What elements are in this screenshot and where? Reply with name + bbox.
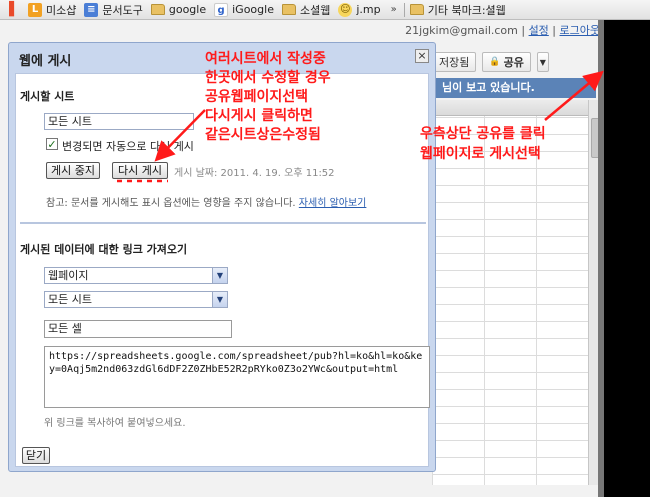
saved-status: 저장됨 — [432, 52, 477, 72]
shop-icon: L — [28, 2, 42, 17]
bookmark-label: iGoogle — [232, 3, 274, 16]
folder-icon — [281, 4, 296, 15]
bookmarks-divider — [403, 2, 405, 17]
format-select[interactable]: 웹페이지 ▼ — [44, 267, 228, 284]
face-icon: ☺ — [338, 2, 353, 17]
bookmark-label: 미소샵 — [46, 3, 77, 17]
bookmark-label-tail: :셜웹 — [481, 3, 506, 17]
bookmark-google-folder[interactable]: google — [149, 0, 212, 19]
annotation-line: 다시게시 클릭하면 — [205, 108, 313, 124]
bookmark-misoshop[interactable]: L 미소샵 — [26, 0, 82, 19]
link-sheet-select[interactable]: 모든 시트 ▼ — [44, 291, 228, 308]
close-icon[interactable]: × — [415, 49, 429, 63]
bookmarks-overflow-chevron[interactable]: » — [387, 4, 401, 15]
close-button[interactable]: 닫기 — [22, 447, 50, 464]
viewers-banner: 님이 보고 있습니다. — [432, 78, 596, 98]
bookmarks-bar: ▐ L 미소샵 ≡ 문서도구 google g iGoogle 소셜웹 ☺ j.mp »… — [0, 0, 650, 20]
user-bar: 21jgkim@gmail.com | 설정 | 로그아웃 — [405, 24, 600, 37]
folder-icon — [409, 4, 424, 15]
bookmark-label: google — [168, 3, 207, 16]
settings-link[interactable]: 설정 — [529, 24, 549, 37]
link-sheet-select-value: 모든 시트 — [48, 293, 92, 306]
note-body: 참고: 문서를 게시해도 표시 옵션에는 영향을 주지 않습니다. — [46, 198, 296, 209]
bookmark-label: 문서도구 — [102, 3, 143, 17]
bookmark-igoogle[interactable]: g iGoogle — [212, 0, 280, 19]
docs-icon: ≡ — [84, 2, 99, 17]
bookmark-docs[interactable]: ≡ 문서도구 — [82, 0, 148, 19]
bookmark-mail[interactable]: ▐ — [0, 0, 26, 19]
cell-range-input[interactable]: 모든 셀 — [44, 320, 232, 338]
section-divider — [20, 222, 426, 224]
link-section-title: 게시된 데이터에 대한 링크 가져오기 — [20, 243, 188, 256]
note-text: 참고: 문서를 게시해도 표시 옵션에는 영향을 주지 않습니다. 자세히 알아… — [46, 194, 366, 209]
bookmark-jmp[interactable]: ☺ j.mp — [336, 0, 386, 19]
annotation-line: 우측상단 공유를 클릭 — [420, 126, 546, 142]
dialog-title: 웹에 게시 — [19, 54, 72, 69]
share-label: 공유 — [503, 56, 524, 69]
annotation-right: 우측상단 공유를 클릭 웹페이지로 게시선택 — [420, 124, 546, 164]
bookmark-label: 기타 북마크 — [427, 3, 482, 17]
sheet-select-value: 모든 시트 — [48, 115, 92, 128]
annotation-line: 한곳에서 수정할 경우 — [205, 70, 331, 86]
app-toolbar: 저장됨 🔒 공유 ▼ — [432, 50, 604, 74]
google-icon: g — [214, 2, 229, 17]
chevron-down-icon: ▼ — [212, 292, 227, 307]
annotation-line: 여러시트에서 작성중 — [205, 51, 326, 67]
mail-icon: ▐ — [4, 1, 14, 17]
chevron-down-icon: ▼ — [539, 57, 546, 67]
annotation-left: 여러시트에서 작성중 한곳에서 수정할 경우 공유웹페이지선택 다시게시 클릭하… — [205, 50, 331, 145]
desktop-background — [604, 20, 650, 497]
logout-link[interactable]: 로그아웃 — [560, 24, 600, 37]
republish-button[interactable]: 다시 게시 — [112, 162, 168, 179]
share-dropdown-button[interactable]: ▼ — [536, 52, 549, 72]
auto-republish-checkbox[interactable]: ✓ — [46, 138, 58, 150]
stop-publishing-button[interactable]: 게시 중지 — [46, 162, 100, 179]
auto-republish-label: 변경되면 자동으로 다시 게시 — [62, 140, 194, 153]
bookmark-socialweb-folder[interactable]: 소셜웹 — [280, 0, 336, 19]
share-button[interactable]: 🔒 공유 — [482, 52, 531, 72]
bookmark-label: 소셜웹 — [299, 3, 331, 17]
publish-section-title: 게시할 시트 — [20, 90, 75, 103]
user-email: 21jgkim@gmail.com — [405, 24, 518, 37]
published-url-textarea[interactable]: https://spreadsheets.google.com/spreadsh… — [44, 346, 430, 408]
annotation-line: 웹페이지로 게시선택 — [420, 146, 541, 162]
sheet-select[interactable]: 모든 시트 — [44, 113, 194, 130]
copy-hint: 위 링크를 복사하여 붙여넣으세요. — [44, 418, 186, 429]
annotation-line: 공유웹페이지선택 — [205, 89, 309, 105]
chevron-down-icon: ▼ — [212, 268, 227, 283]
grid-column-header — [432, 100, 588, 116]
annotation-line: 같은시트상은수정됨 — [205, 127, 321, 143]
lock-icon: 🔒 — [489, 57, 501, 67]
bookmark-label: j.mp — [356, 3, 381, 16]
bookmark-other-folder[interactable]: 기타 북마크:셜웹 — [408, 0, 512, 19]
folder-icon — [150, 4, 165, 15]
format-select-value: 웹페이지 — [48, 269, 89, 282]
publish-date: 게시 날짜: 2011. 4. 19. 오후 11:52 — [174, 168, 335, 179]
learn-more-link[interactable]: 자세히 알아보기 — [299, 198, 367, 209]
